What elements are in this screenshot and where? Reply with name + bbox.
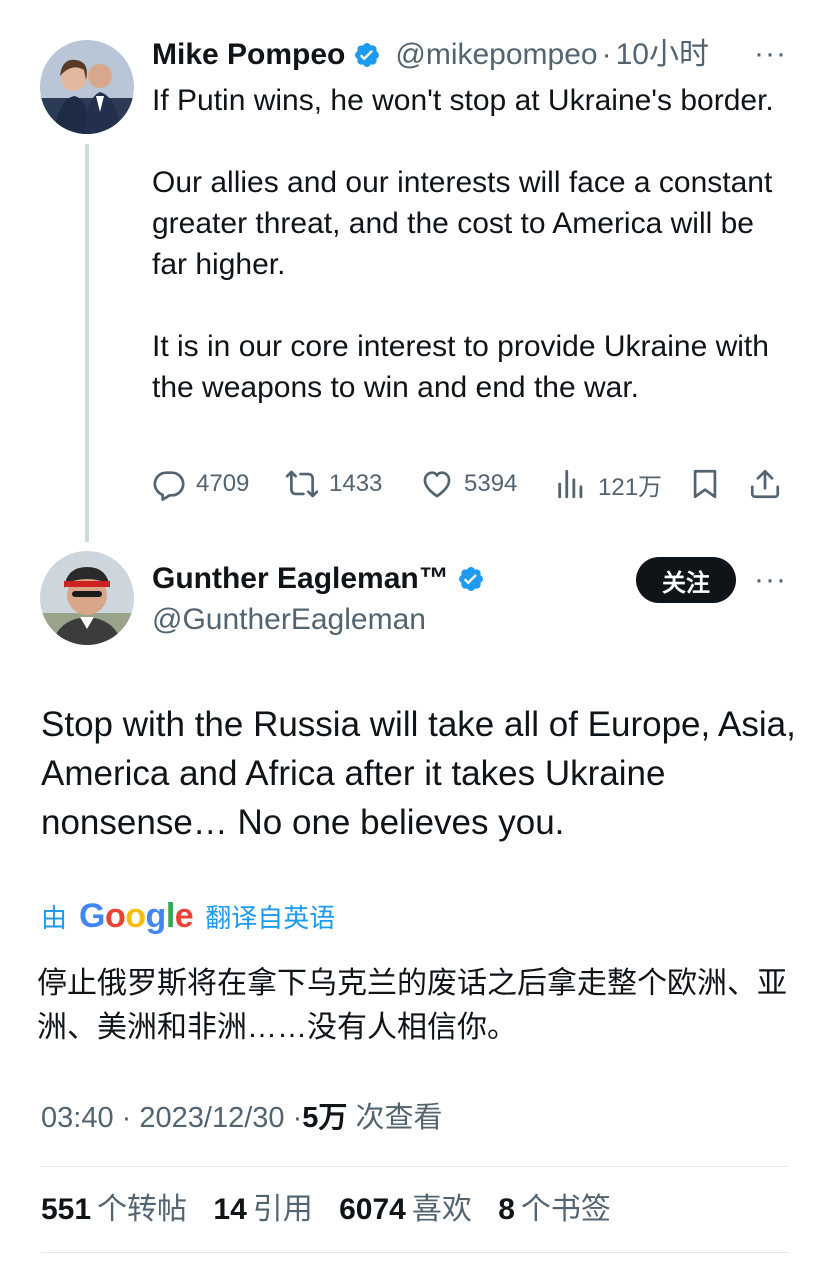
reply-count: 4709	[196, 470, 250, 497]
translate-suffix: 翻译自英语	[205, 902, 336, 933]
tweet2-body: Stop with the Russia will take all of Eu…	[41, 705, 796, 842]
like-button[interactable]: 5394	[420, 464, 517, 504]
tweet-paragraph: Our allies and our interests will face a…	[152, 166, 773, 281]
stat-count: 551	[41, 1193, 92, 1226]
retweet-button[interactable]: 1433	[285, 464, 382, 504]
separator-dot: ·	[292, 1102, 303, 1134]
stat-likes[interactable]: 6074 喜欢	[339, 1193, 472, 1226]
stat-retweets[interactable]: 551 个转帖	[41, 1193, 187, 1226]
like-count: 5394	[464, 470, 518, 497]
engagement-stats: 551 个转帖 14 引用 6074 喜欢 8 个书签	[41, 1190, 629, 1230]
like-icon	[423, 471, 451, 498]
views-count: 121万	[598, 473, 663, 501]
verified-badge-icon	[457, 565, 485, 593]
stat-label: 个书签	[520, 1193, 611, 1226]
post-time[interactable]: 10小时	[616, 37, 709, 73]
reply-button[interactable]: 4709	[152, 464, 249, 504]
post-meta: 03:40 · 2023/12/30 ·5万 次查看	[41, 1098, 442, 1138]
retweet-count: 1433	[329, 470, 383, 497]
share-button[interactable]	[748, 464, 782, 504]
avatar-mike-pompeo[interactable]	[40, 40, 134, 134]
post-time[interactable]: 03:40	[41, 1102, 114, 1134]
author-name[interactable]: Mike Pompeo	[152, 37, 345, 73]
avatar-gunther-eagleman[interactable]	[40, 551, 134, 645]
retweet-icon	[285, 470, 319, 498]
verified-badge-icon	[353, 41, 381, 69]
stat-label: 引用	[252, 1193, 313, 1226]
views-button[interactable]: 121万	[554, 464, 662, 504]
google-logo: Google	[79, 896, 194, 935]
separator-dot: ·	[601, 38, 612, 71]
tweet-paragraph: It is in our core interest to provide Uk…	[152, 330, 769, 404]
views-count: 5万	[302, 1102, 348, 1134]
stat-count: 14	[213, 1193, 247, 1226]
stat-count: 8	[498, 1193, 515, 1226]
stat-quotes[interactable]: 14 引用	[213, 1193, 312, 1226]
share-icon	[750, 469, 780, 499]
translate-prefix: 由	[41, 902, 68, 933]
author-name[interactable]: Gunther Eagleman™	[152, 561, 449, 597]
stat-label: 喜欢	[411, 1193, 472, 1226]
tweet1-body: If Putin wins, he won't stop at Ukraine'…	[152, 80, 792, 408]
thread-connector-line	[85, 144, 89, 542]
divider	[41, 1166, 788, 1167]
post-date[interactable]: 2023/12/30	[139, 1102, 284, 1134]
separator-dot: ·	[121, 1102, 132, 1134]
author-handle[interactable]: @mikepompeo	[395, 37, 597, 73]
stat-label: 个转帖	[97, 1193, 188, 1226]
views-label: 次查看	[355, 1102, 443, 1134]
bookmark-icon	[693, 469, 717, 499]
translation-attribution: 由 Google 翻译自英语	[41, 896, 335, 936]
stat-count: 6074	[339, 1193, 406, 1226]
stat-bookmarks[interactable]: 8 个书签	[498, 1193, 611, 1226]
bookmark-button[interactable]	[688, 464, 722, 504]
translated-text: 停止俄罗斯将在拿下乌克兰的废话之后拿走整个欧洲、亚洲、美洲和非洲……没有人相信你…	[37, 967, 787, 1044]
tweet1-header: Mike Pompeo @mikepompeo · 10小时	[152, 37, 709, 73]
tweet2-header: Gunther Eagleman™	[152, 561, 485, 597]
reply-icon	[153, 471, 185, 501]
more-icon[interactable]: ···	[754, 39, 787, 69]
views-icon	[558, 469, 583, 499]
more-icon[interactable]: ···	[754, 565, 787, 595]
follow-button[interactable]: 关注	[636, 557, 736, 603]
tweet-paragraph: If Putin wins, he won't stop at Ukraine'…	[152, 84, 774, 117]
divider	[41, 1252, 788, 1253]
author-handle[interactable]: @GuntherEagleman	[152, 602, 426, 638]
